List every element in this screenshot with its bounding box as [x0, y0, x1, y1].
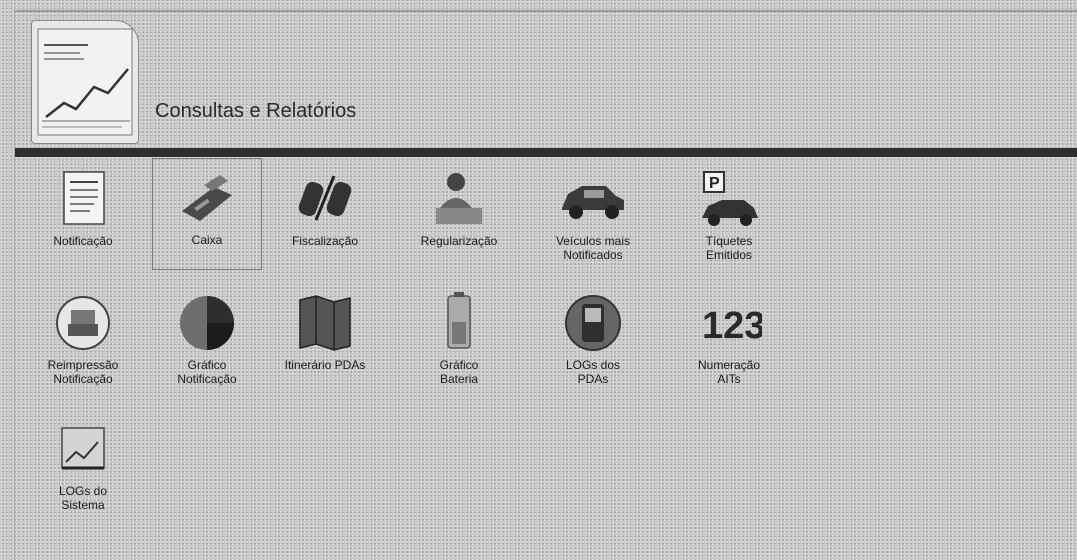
tile-notificacao[interactable]: Notificação	[28, 160, 138, 272]
parking-sign-glyph: P	[709, 175, 720, 192]
tile-reimpressao-notificacao[interactable]: Reimpressão Notificação	[28, 284, 138, 396]
tile-regularizacao[interactable]: Regularização	[404, 160, 514, 272]
tile-itinerario-pdas[interactable]: Itinerário PDAs	[270, 284, 380, 396]
tile-label: Itinerário PDAs	[284, 358, 366, 372]
folded-map-icon	[292, 292, 358, 354]
parking-ticket-car-icon: P	[696, 168, 762, 230]
tile-caixa[interactable]: Caixa	[152, 158, 262, 270]
tile-tiquetes-emitidos[interactable]: P Tíquetes Emitidos	[674, 160, 784, 272]
inspection-cars-icon	[292, 168, 358, 230]
tile-label: Fiscalização	[291, 234, 359, 248]
tile-logs-do-sistema[interactable]: LOGs do Sistema	[28, 410, 138, 522]
notification-document-icon	[50, 168, 116, 230]
page-title: Consultas e Relatórios	[155, 100, 357, 122]
cash-register-icon	[174, 167, 240, 229]
header-divider	[15, 148, 1077, 157]
tile-label: Gráfico Notificação	[177, 358, 237, 386]
tile-numeracao-aits[interactable]: 123 Numeração AITs	[674, 284, 784, 396]
tile-label: Numeração AITs	[697, 358, 761, 386]
tile-grafico-bateria[interactable]: Gráfico Bateria	[404, 284, 514, 396]
tile-label: Veículos mais Notificados	[555, 234, 631, 262]
tile-label: Regularização	[420, 234, 498, 248]
tile-fiscalizacao[interactable]: Fiscalização	[270, 160, 380, 272]
numbering-123-icon: 123	[696, 292, 765, 354]
tile-label: Tíquetes Emitidos	[705, 234, 753, 262]
tile-veiculos-mais-notificados[interactable]: Veículos mais Notificados	[538, 160, 648, 272]
tile-label: LOGs dos PDAs	[565, 358, 621, 386]
tile-logs-dos-pdas[interactable]: LOGs dos PDAs	[538, 284, 648, 396]
pda-device-icon	[560, 292, 626, 354]
page-header: Consultas e Relatórios	[15, 12, 1077, 148]
tile-label: Gráfico Bateria	[439, 358, 479, 386]
suv-car-icon	[560, 168, 626, 230]
tile-label: Reimpressão Notificação	[47, 358, 119, 386]
reports-chart-logo-icon	[31, 20, 139, 144]
tile-label: Notificação	[53, 234, 113, 248]
battery-icon	[426, 292, 492, 354]
tile-label: Caixa	[191, 233, 223, 247]
person-at-desk-icon	[426, 168, 492, 230]
tile-label: LOGs do Sistema	[58, 484, 108, 512]
system-log-icon	[50, 418, 116, 480]
pie-chart-icon	[174, 292, 240, 354]
numbering-glyph: 123	[702, 305, 762, 347]
tile-grafico-notificacao[interactable]: Gráfico Notificação	[152, 284, 262, 396]
reprint-icon	[50, 292, 116, 354]
